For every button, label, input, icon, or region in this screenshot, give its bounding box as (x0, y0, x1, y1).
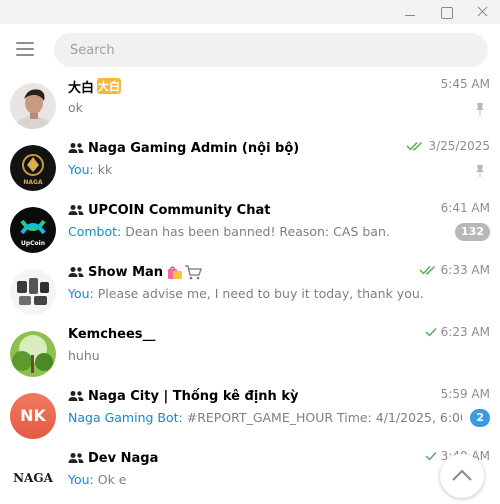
avatar (10, 331, 56, 377)
pin-icon (476, 103, 484, 115)
group-icon (68, 391, 84, 401)
unread-badge: 132 (455, 223, 490, 241)
chat-row[interactable]: Show Man 6:33 AM You: Please advise me, … (0, 262, 500, 324)
avatar (10, 269, 56, 315)
chat-time: 3/25/2025 (406, 139, 490, 153)
window-titlebar (0, 0, 500, 24)
chat-row[interactable]: NAGA Dev Naga 3:40 AM You: Ok e (0, 448, 500, 504)
chat-list-header (0, 24, 500, 76)
avatar: NAGA (10, 455, 56, 501)
check-icon (425, 328, 437, 337)
chat-preview: ok (68, 100, 83, 115)
chat-title: UPCOIN Community Chat (68, 200, 270, 220)
chat-row[interactable]: UpCoin UPCOIN Community Chat 6:41 AM Com… (0, 200, 500, 262)
chat-time: 5:45 AM (440, 77, 490, 91)
chat-title: Naga Gaming Admin (nội bộ) (68, 138, 299, 158)
chat-preview: huhu (68, 348, 100, 363)
chat-row[interactable]: Kemchees__ 6:23 AM huhu (0, 324, 500, 386)
hamburger-menu-icon[interactable] (16, 42, 36, 58)
double-check-icon (419, 266, 435, 275)
chat-time: 6:23 AM (425, 325, 490, 339)
avatar (10, 83, 56, 129)
chat-row[interactable]: NAGA Naga Gaming Admin (nội bộ) 3/25/202… (0, 138, 500, 200)
chat-title: 大白 大白 (68, 78, 122, 96)
group-icon (68, 143, 84, 153)
chat-title: Show Man (68, 262, 202, 282)
avatar-label: UpCoin (21, 240, 45, 247)
minimize-icon[interactable] (402, 4, 418, 20)
check-icon (425, 452, 437, 461)
avatar: UpCoin (10, 207, 56, 253)
svg-text:NAGA: NAGA (23, 179, 43, 186)
chat-list: 大白 大白 5:45 AM ok NAGA Naga Gaming Admin … (0, 76, 500, 504)
chat-time: 6:33 AM (419, 263, 490, 277)
chat-title-emoji: 大白 (97, 78, 122, 94)
chevron-up-icon (452, 469, 472, 481)
chat-title: Kemchees__ (68, 326, 156, 342)
search-box[interactable] (54, 33, 488, 67)
chat-preview: Combot: Dean has been banned! Reason: CA… (68, 224, 390, 239)
chat-time: 5:59 AM (440, 387, 490, 401)
avatar: NAGA (10, 145, 56, 191)
shopping-cart-icon (185, 265, 202, 280)
avatar: NK (10, 393, 56, 439)
chat-preview: You: kk (68, 162, 113, 177)
avatar-logo-text: NAGA (13, 471, 53, 485)
close-icon[interactable] (474, 4, 490, 20)
chat-title: Naga City | Thống kê định kỳ (68, 386, 298, 406)
chat-title: Dev Naga (68, 448, 158, 468)
group-icon (68, 267, 84, 277)
search-input[interactable] (54, 33, 488, 67)
chat-preview: Naga Gaming Bot: #REPORT_GAME_HOUR Time:… (68, 410, 462, 425)
chat-preview: You: Ok e (68, 472, 127, 487)
chat-time: 6:41 AM (440, 201, 490, 215)
scroll-to-top-button[interactable] (440, 454, 484, 498)
group-icon (68, 453, 84, 463)
pin-icon (476, 165, 484, 177)
unread-badge: 2 (470, 409, 490, 427)
chat-row[interactable]: 大白 大白 5:45 AM ok (0, 76, 500, 138)
double-check-icon (406, 142, 423, 151)
shopping-bags-icon (168, 266, 183, 279)
chat-preview: You: Please advise me, I need to buy it … (68, 286, 424, 301)
chat-row[interactable]: NK Naga City | Thống kê định kỳ 5:59 AM … (0, 386, 500, 448)
maximize-icon[interactable] (438, 4, 454, 20)
avatar-initials: NK (20, 406, 46, 425)
group-icon (68, 205, 84, 215)
